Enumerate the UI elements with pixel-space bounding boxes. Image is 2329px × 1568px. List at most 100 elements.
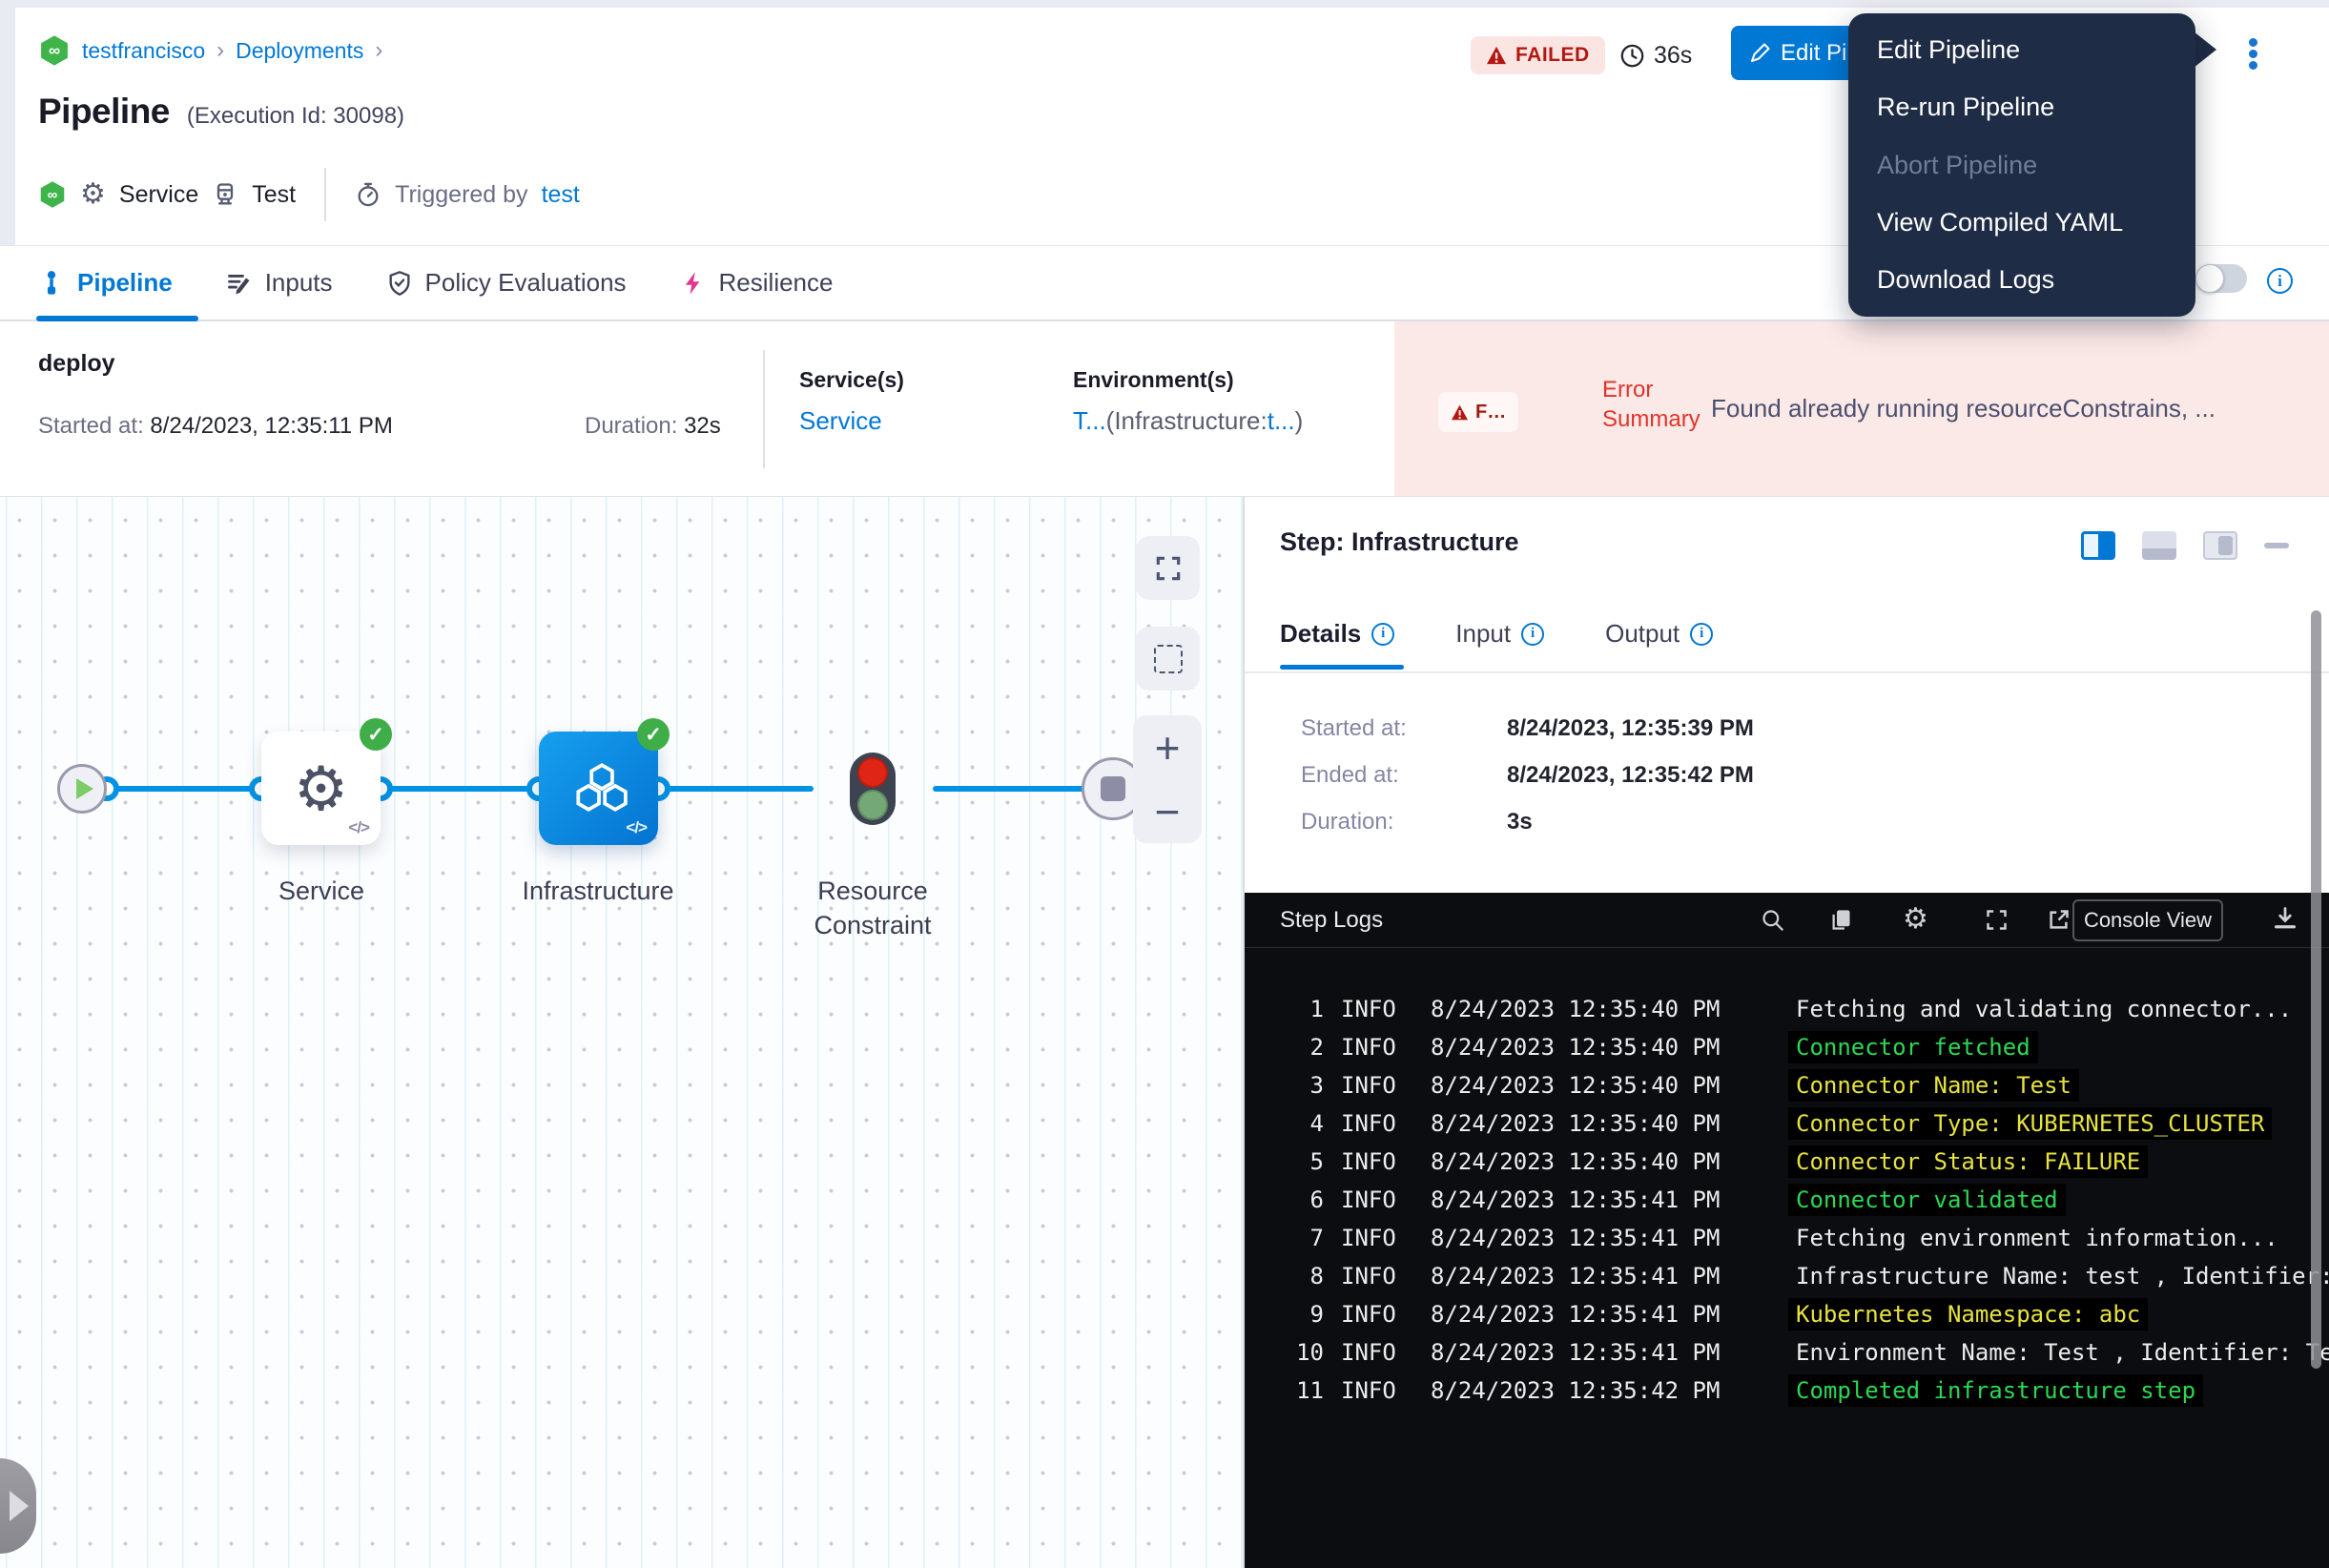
tab-output[interactable]: Output i	[1605, 619, 1713, 649]
tab-inputs[interactable]: Inputs	[226, 268, 333, 298]
tab-policy-evaluations[interactable]: Policy Evaluations	[386, 268, 627, 298]
stage-duration: Duration: 32s	[585, 413, 721, 440]
window-edge-top	[0, 0, 2329, 8]
step-logs-panel: Step Logs ⚙ Console View 1INFO8/24/2023 …	[1245, 893, 2329, 1568]
open-external-icon[interactable]	[2046, 907, 2071, 933]
fullscreen-icon	[1153, 553, 1184, 584]
started-at-value: 8/24/2023, 12:35:11 PM	[150, 413, 392, 439]
more-options-button[interactable]	[2249, 38, 2257, 70]
started-at-label: Started at:	[38, 413, 144, 439]
infrastructure-link[interactable]: t...	[1268, 406, 1295, 435]
expand-left-panel-handle[interactable]	[0, 1458, 36, 1554]
bottom-view-button[interactable]	[2142, 531, 2176, 560]
edge-rc-end	[933, 786, 1098, 792]
edit-pipeline-button-label: Edit Pi	[1781, 40, 1846, 67]
page-title: Pipeline	[38, 92, 170, 132]
triggered-by-user-link[interactable]: test	[542, 181, 580, 209]
error-chip-label: F…	[1475, 402, 1506, 423]
log-line: 1INFO8/24/2023 12:35:40 PMFetching and v…	[1245, 990, 2329, 1028]
tab-pipeline[interactable]: Pipeline	[38, 268, 173, 298]
active-tab-underline	[1280, 665, 1404, 670]
info-icon[interactable]: i	[1371, 623, 1394, 646]
stage-started-at: Started at: 8/24/2023, 12:35:11 PM	[38, 413, 393, 440]
menu-item-view-compiled-yaml[interactable]: View Compiled YAML	[1848, 194, 2195, 251]
split-view-button[interactable]	[2081, 531, 2115, 560]
step-logs-title: Step Logs	[1280, 907, 1383, 934]
right-view-button[interactable]	[2203, 531, 2237, 560]
chevron-right-icon	[10, 1491, 29, 1521]
node-label-infrastructure: Infrastructure	[522, 874, 673, 908]
tab-label: Output	[1605, 619, 1680, 649]
meta-environment-label: Test	[252, 181, 296, 209]
detail-label: Started at:	[1301, 714, 1507, 743]
canvas-fullscreen-button[interactable]	[1136, 536, 1200, 600]
warning-triangle-icon	[1451, 404, 1469, 421]
error-summary-label: Error Summary	[1602, 375, 1709, 434]
status-badge: FAILED	[1471, 36, 1605, 74]
log-line: 10INFO8/24/2023 12:35:41 PMEnvironment N…	[1245, 1333, 2329, 1372]
harness-project-icon: ∞	[38, 34, 71, 67]
execution-content: ⚙ </> ✓ </> ✓ Service Infrastructure Res…	[0, 496, 2329, 1568]
breadcrumb-account-link[interactable]: testfrancisco	[82, 38, 205, 64]
menu-item-download-logs[interactable]: Download Logs	[1848, 252, 2195, 309]
search-icon[interactable]	[1760, 907, 1785, 933]
copy-icon[interactable]	[1828, 907, 1854, 933]
detail-row-started: Started at: 8/24/2023, 12:35:39 PM	[1301, 714, 1754, 743]
menu-item-edit-pipeline[interactable]: Edit Pipeline	[1848, 21, 2195, 78]
minimize-panel-button[interactable]	[2264, 543, 2289, 548]
menu-item-re-run-pipeline[interactable]: Re-run Pipeline	[1848, 78, 2195, 135]
stop-icon	[1101, 776, 1125, 801]
breadcrumb-deployments-link[interactable]: Deployments	[236, 38, 363, 64]
resilience-icon	[680, 270, 707, 297]
environment-link[interactable]: T...	[1073, 406, 1106, 435]
download-logs-icon[interactable]	[2272, 905, 2298, 932]
start-node[interactable]	[57, 764, 107, 814]
expand-logs-icon[interactable]	[1984, 907, 2010, 933]
pipeline-actions-menu: Edit PipelineRe-run PipelineAbort Pipeli…	[1848, 13, 2195, 317]
view-toggle-switch[interactable]	[2195, 264, 2247, 293]
toggle-knob	[2195, 264, 2224, 293]
log-line: 3INFO8/24/2023 12:35:40 PMConnector Name…	[1245, 1066, 2329, 1104]
node-service[interactable]: ⚙ </> ✓	[261, 732, 381, 845]
meta-divider	[324, 168, 326, 221]
log-settings-icon[interactable]: ⚙	[1903, 902, 1928, 936]
step-logs-header: Step Logs ⚙ Console View	[1245, 893, 2329, 948]
info-icon[interactable]: i	[1690, 623, 1713, 646]
edge-start-service	[107, 786, 263, 792]
node-resource-constraint[interactable]	[850, 753, 896, 825]
marquee-select-icon	[1154, 645, 1183, 673]
shield-check-icon	[386, 270, 413, 297]
environments-block: Environment(s) T...(Infrastructure:t...)	[1073, 367, 1303, 436]
detail-value: 3s	[1507, 808, 1533, 836]
pipeline-canvas[interactable]: ⚙ </> ✓ </> ✓ Service Infrastructure Res…	[0, 496, 1243, 1568]
tab-resilience[interactable]: Resilience	[680, 268, 834, 298]
step-details-panel: Step: Infrastructure Details i Input i O…	[1243, 496, 2329, 1568]
tabs-divider	[1245, 671, 2329, 673]
zoom-in-button[interactable]: +	[1133, 715, 1202, 779]
info-icon[interactable]: i	[1521, 623, 1544, 646]
breadcrumb-separator-icon: ›	[375, 37, 382, 64]
panel-scrollbar[interactable]	[2311, 610, 2321, 1369]
tab-label: Resilience	[719, 268, 834, 298]
detail-row-ended: Ended at: 8/24/2023, 12:35:42 PM	[1301, 761, 1754, 790]
log-lines[interactable]: 1INFO8/24/2023 12:35:40 PMFetching and v…	[1245, 948, 2329, 1410]
app-root: ∞ testfrancisco › Deployments › Pipeline…	[0, 0, 2329, 1568]
service-link[interactable]: Service	[799, 406, 882, 435]
log-line: 8INFO8/24/2023 12:35:41 PMInfrastructure…	[1245, 1257, 2329, 1295]
success-check-icon: ✓	[360, 718, 392, 751]
canvas-select-button[interactable]	[1136, 627, 1200, 691]
node-infrastructure[interactable]: </> ✓	[539, 732, 658, 845]
traffic-red-light	[857, 757, 888, 788]
tab-input[interactable]: Input i	[1455, 619, 1544, 649]
zoom-out-button[interactable]: −	[1133, 779, 1202, 843]
info-icon[interactable]: i	[2267, 268, 2293, 294]
console-view-button[interactable]: Console View	[2072, 899, 2223, 941]
log-line: 7INFO8/24/2023 12:35:41 PMFetching envir…	[1245, 1219, 2329, 1257]
log-line: 5INFO8/24/2023 12:35:40 PMConnector Stat…	[1245, 1143, 2329, 1181]
breadcrumb: ∞ testfrancisco › Deployments ›	[38, 34, 382, 67]
tab-details[interactable]: Details i	[1280, 619, 1394, 649]
edge-infra-rc	[658, 786, 814, 792]
detail-label: Ended at:	[1301, 761, 1507, 790]
detail-label: Duration:	[1301, 808, 1507, 836]
breadcrumb-separator-icon: ›	[216, 37, 224, 64]
